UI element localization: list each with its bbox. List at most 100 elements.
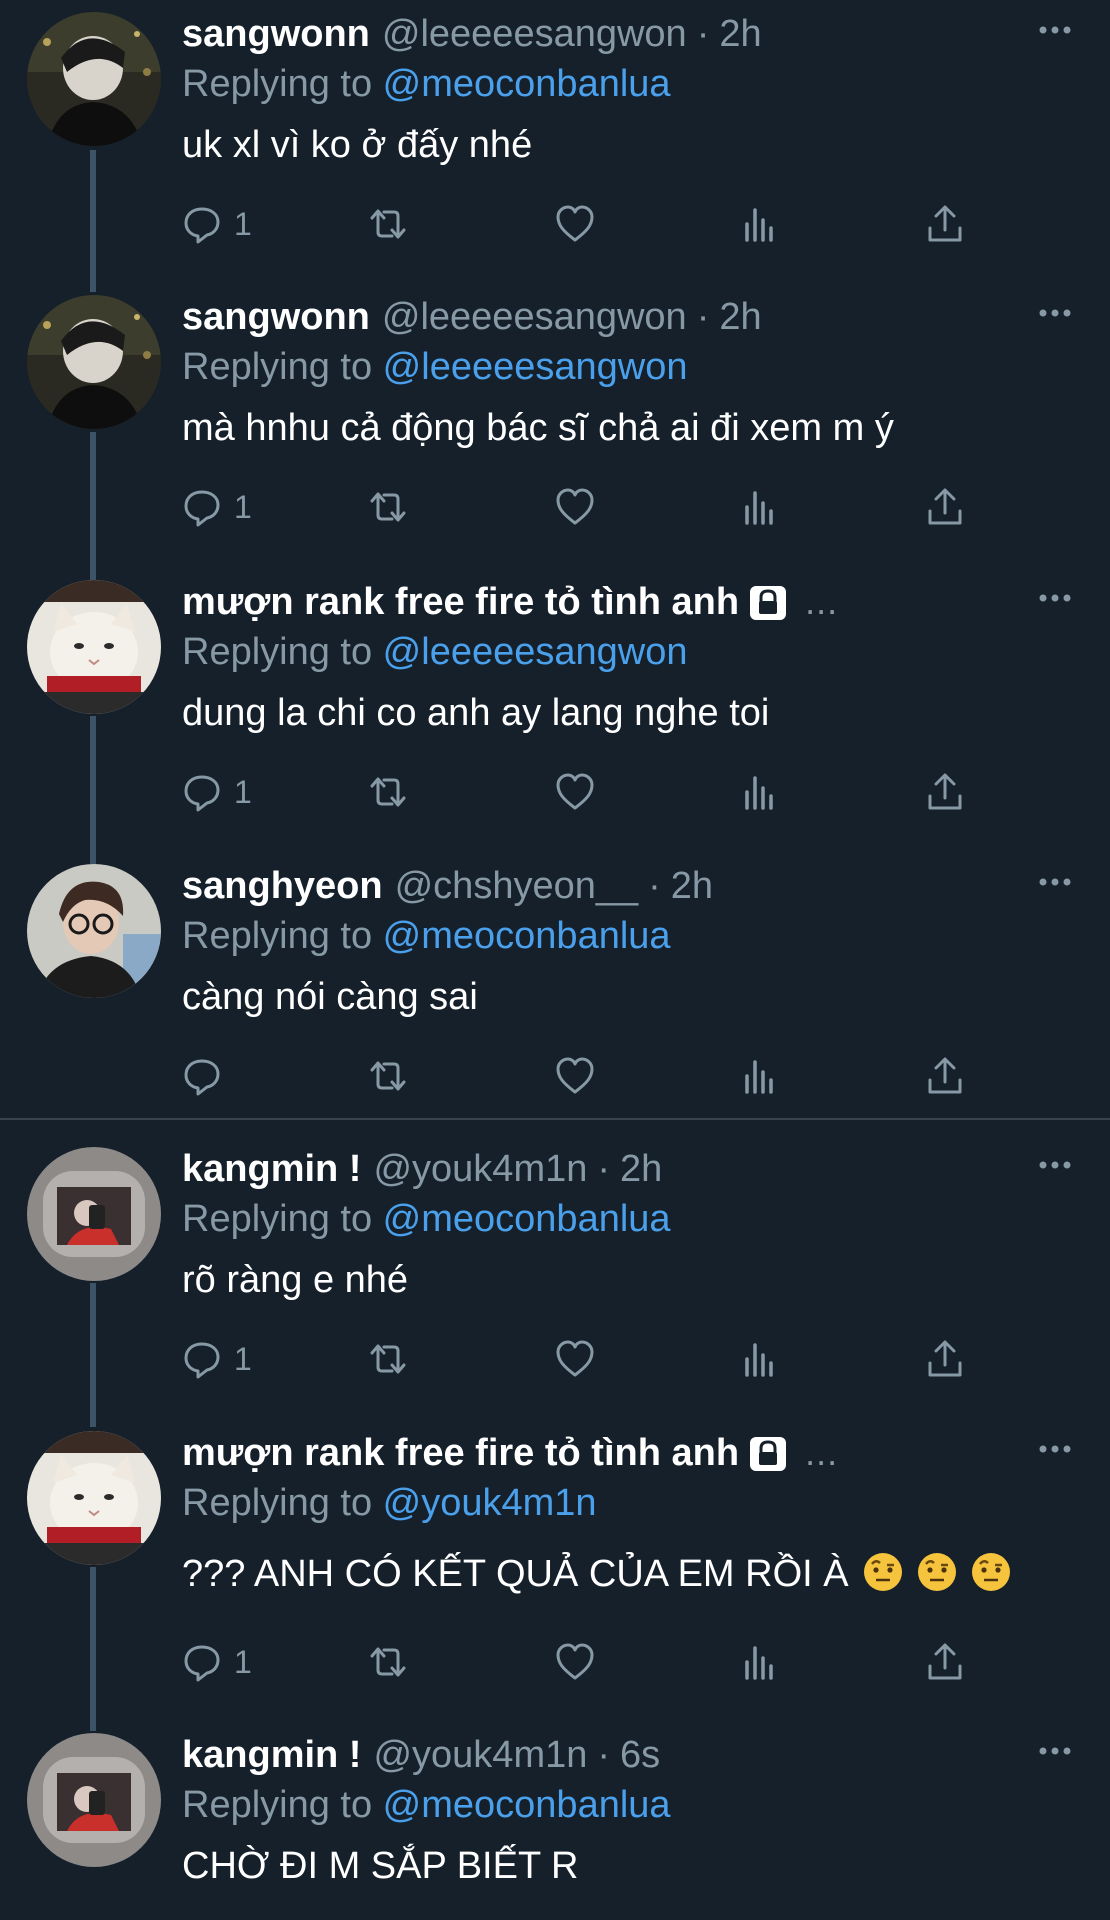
user-handle[interactable]: @youk4m1n	[373, 1147, 587, 1191]
more-options-icon[interactable]	[1038, 1739, 1072, 1763]
tweet-actions: 1	[182, 772, 982, 812]
more-options-icon[interactable]	[1038, 301, 1072, 325]
tweet[interactable]: mượn rank free fire tỏ tình anh ... Repl…	[0, 568, 1110, 852]
user-handle[interactable]: @leeeeesangwon	[382, 12, 687, 56]
more-options-icon[interactable]	[1038, 18, 1072, 42]
reply-count: 1	[234, 1643, 252, 1680]
tweet[interactable]: sangwonn @leeeeesangwon · 2h Replying to…	[0, 0, 1110, 282]
user-handle[interactable]: @youk4m1n	[373, 1733, 587, 1777]
reply-button[interactable]: 1	[182, 772, 252, 812]
avatar[interactable]	[27, 1147, 161, 1281]
reply-button[interactable]: 1	[182, 204, 252, 244]
timestamp[interactable]: 2h	[620, 1147, 662, 1191]
like-icon	[556, 773, 594, 810]
like-icon	[556, 205, 594, 242]
retweet-icon	[370, 1061, 406, 1091]
share-button[interactable]	[925, 772, 965, 812]
timestamp[interactable]: 6s	[620, 1733, 660, 1777]
avatar[interactable]	[27, 295, 161, 429]
user-handle[interactable]: @leeeeesangwon	[382, 295, 687, 339]
tweet[interactable]: kangmin ! @youk4m1n · 6s Replying to @me…	[0, 1721, 1110, 1920]
separator-dot: ·	[597, 1734, 611, 1776]
analytics-button[interactable]	[741, 1339, 781, 1379]
display-name[interactable]: sanghyeon	[182, 864, 383, 908]
analytics-button[interactable]	[741, 487, 781, 527]
analytics-button[interactable]	[741, 1642, 781, 1682]
reply-to-handle[interactable]: @leeeeesangwon	[383, 631, 688, 673]
avatar[interactable]	[27, 864, 161, 998]
display-name[interactable]: sangwonn	[182, 295, 370, 339]
retweet-icon	[370, 777, 406, 807]
timestamp[interactable]: 2h	[719, 295, 761, 339]
analytics-button[interactable]	[741, 1056, 781, 1096]
tweet[interactable]: kangmin ! @youk4m1n · 2h Replying to @me…	[0, 1135, 1110, 1417]
more-options-icon[interactable]	[1038, 870, 1072, 894]
reply-button[interactable]: 1	[182, 487, 252, 527]
like-button[interactable]	[555, 1339, 595, 1379]
reply-icon	[184, 1645, 220, 1682]
avatar[interactable]	[27, 1431, 161, 1565]
tweet-header: kangmin ! @youk4m1n · 2h	[182, 1147, 662, 1191]
user-handle[interactable]: @chshyeon__	[395, 864, 639, 908]
tweet-text: càng nói càng sai	[182, 976, 478, 1018]
display-name[interactable]: mượn rank free fire tỏ tình anh	[182, 580, 739, 624]
retweet-button[interactable]	[368, 1056, 408, 1096]
reply-icon	[184, 207, 220, 244]
display-name[interactable]: kangmin !	[182, 1733, 361, 1777]
avatar[interactable]	[27, 580, 161, 714]
avatar[interactable]	[27, 12, 161, 146]
reply-to-handle[interactable]: @meoconbanlua	[383, 915, 671, 957]
retweet-button[interactable]	[368, 204, 408, 244]
display-name[interactable]: kangmin !	[182, 1147, 361, 1191]
share-button[interactable]	[925, 1642, 965, 1682]
share-icon	[928, 1057, 962, 1094]
more-options-icon[interactable]	[1038, 1153, 1072, 1177]
reply-to-handle[interactable]: @meoconbanlua	[383, 1784, 671, 1826]
tweet-actions: 1	[182, 204, 982, 244]
share-button[interactable]	[925, 487, 965, 527]
share-button[interactable]	[925, 204, 965, 244]
reply-to-handle[interactable]: @youk4m1n	[383, 1482, 597, 1524]
analytics-button[interactable]	[741, 772, 781, 812]
analytics-icon	[745, 1060, 773, 1094]
avatar-image	[27, 864, 161, 998]
timestamp[interactable]: 2h	[671, 864, 713, 908]
separator-dot: ·	[597, 1148, 611, 1190]
reply-to-handle[interactable]: @meoconbanlua	[383, 63, 671, 105]
reply-button[interactable]: 1	[182, 1339, 252, 1379]
display-name[interactable]: mượn rank free fire tỏ tình anh	[182, 1431, 739, 1475]
like-button[interactable]	[555, 1642, 595, 1682]
timestamp[interactable]: 2h	[719, 12, 761, 56]
reply-button[interactable]	[182, 1056, 234, 1096]
tweet-actions: 1	[182, 1642, 982, 1682]
like-button[interactable]	[555, 772, 595, 812]
tweet[interactable]: mượn rank free fire tỏ tình anh ... Repl…	[0, 1419, 1110, 1717]
replying-to-label: Replying to	[182, 1784, 383, 1826]
reply-button[interactable]: 1	[182, 1642, 252, 1682]
like-button[interactable]	[555, 487, 595, 527]
tweet-header: mượn rank free fire tỏ tình anh ...	[182, 580, 838, 624]
analytics-icon	[745, 208, 773, 242]
retweet-button[interactable]	[368, 1339, 408, 1379]
retweet-button[interactable]	[368, 1642, 408, 1682]
like-button[interactable]	[555, 1056, 595, 1096]
tweet[interactable]: sanghyeon @chshyeon__ · 2h Replying to @…	[0, 852, 1110, 1118]
reply-count: 1	[234, 205, 252, 242]
reply-to-handle[interactable]: @meoconbanlua	[383, 1198, 671, 1240]
more-options-icon[interactable]	[1038, 1437, 1072, 1461]
analytics-button[interactable]	[741, 204, 781, 244]
like-button[interactable]	[555, 204, 595, 244]
tweet[interactable]: sangwonn @leeeeesangwon · 2h Replying to…	[0, 283, 1110, 567]
retweet-icon	[370, 209, 406, 239]
tweet-actions: 1	[182, 487, 982, 527]
reply-to-handle[interactable]: @leeeeesangwon	[383, 346, 688, 388]
share-button[interactable]	[925, 1056, 965, 1096]
retweet-button[interactable]	[368, 772, 408, 812]
tweet-text: mà hnhu cả động bác sĩ chả ai đi xem m ý	[182, 407, 894, 449]
retweet-button[interactable]	[368, 487, 408, 527]
display-name[interactable]: sangwonn	[182, 12, 370, 56]
replying-to: Replying to @leeeeesangwon	[182, 345, 687, 389]
avatar[interactable]	[27, 1733, 161, 1867]
more-options-icon[interactable]	[1038, 586, 1072, 610]
share-button[interactable]	[925, 1339, 965, 1379]
